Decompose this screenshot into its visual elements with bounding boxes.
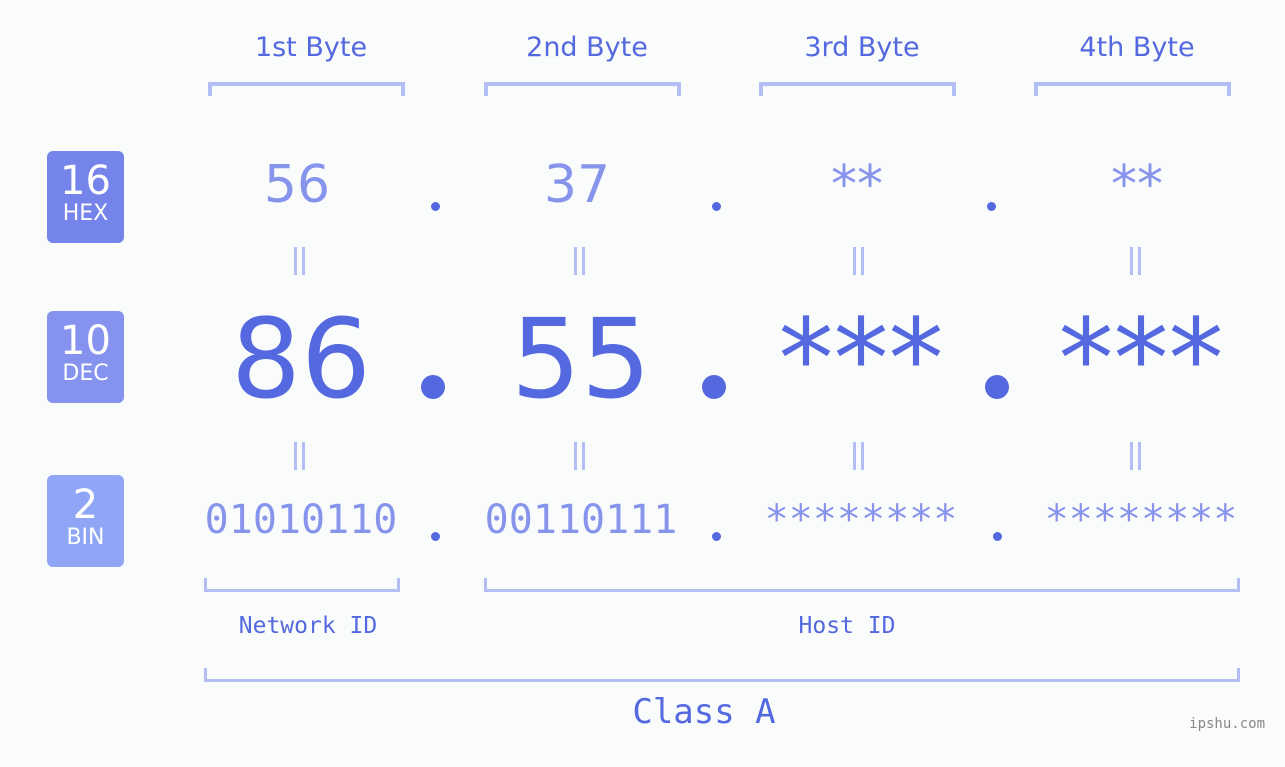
- hex-base: 16: [60, 158, 111, 204]
- hex-byte-4: **: [1111, 155, 1163, 215]
- byte-bracket-3: [759, 82, 956, 96]
- equals-icon: [1128, 442, 1142, 470]
- equals-icon: [851, 442, 865, 470]
- host-id-bracket: [484, 578, 1240, 592]
- dec-badge: 10 DEC: [47, 311, 124, 403]
- bin-byte-1: 01010110: [204, 497, 398, 543]
- network-id-label: Network ID: [238, 613, 378, 639]
- byte-header-2: 2nd Byte: [526, 32, 648, 63]
- dec-byte-1: 86: [231, 295, 371, 423]
- dec-dot-1: [421, 375, 445, 399]
- dec-byte-2: 55: [511, 295, 651, 423]
- equals-icon: [292, 247, 306, 275]
- hex-byte-2: 37: [543, 155, 611, 215]
- equals-icon: [572, 442, 586, 470]
- equals-icon: [1128, 247, 1142, 275]
- bin-badge: 2 BIN: [47, 475, 124, 567]
- bin-base: 2: [72, 482, 99, 528]
- bin-dot-2: [712, 532, 721, 541]
- bin-dot-3: [993, 532, 1002, 541]
- dec-label: DEC: [62, 361, 109, 386]
- equals-icon: [572, 247, 586, 275]
- hex-byte-3: **: [831, 155, 883, 215]
- dec-dot-3: [985, 375, 1009, 399]
- hex-dot-1: [431, 202, 440, 211]
- dec-base: 10: [60, 318, 111, 364]
- byte-bracket-1: [208, 82, 405, 96]
- hex-label: HEX: [62, 201, 109, 226]
- byte-header-4: 4th Byte: [1079, 32, 1195, 63]
- hex-dot-3: [987, 202, 996, 211]
- bin-byte-2: 00110111: [484, 497, 678, 543]
- equals-icon: [292, 442, 306, 470]
- bin-byte-3: ********: [764, 497, 958, 543]
- hex-dot-2: [712, 202, 721, 211]
- bin-label: BIN: [66, 525, 105, 550]
- bin-byte-4: ********: [1044, 497, 1238, 543]
- dec-byte-4: ***: [1058, 295, 1224, 423]
- hex-badge: 16 HEX: [47, 151, 124, 243]
- byte-header-1: 1st Byte: [254, 32, 368, 63]
- class-label: Class A: [632, 692, 776, 732]
- host-id-label: Host ID: [798, 613, 896, 639]
- class-bracket: [204, 668, 1240, 682]
- equals-icon: [851, 247, 865, 275]
- hex-byte-1: 56: [263, 155, 331, 215]
- dec-dot-2: [702, 375, 726, 399]
- dec-byte-3: ***: [778, 295, 944, 423]
- byte-bracket-4: [1034, 82, 1231, 96]
- byte-header-3: 3rd Byte: [804, 32, 920, 63]
- network-id-bracket: [204, 578, 400, 592]
- byte-bracket-2: [484, 82, 681, 96]
- bin-dot-1: [431, 532, 440, 541]
- watermark: ipshu.com: [1189, 716, 1265, 732]
